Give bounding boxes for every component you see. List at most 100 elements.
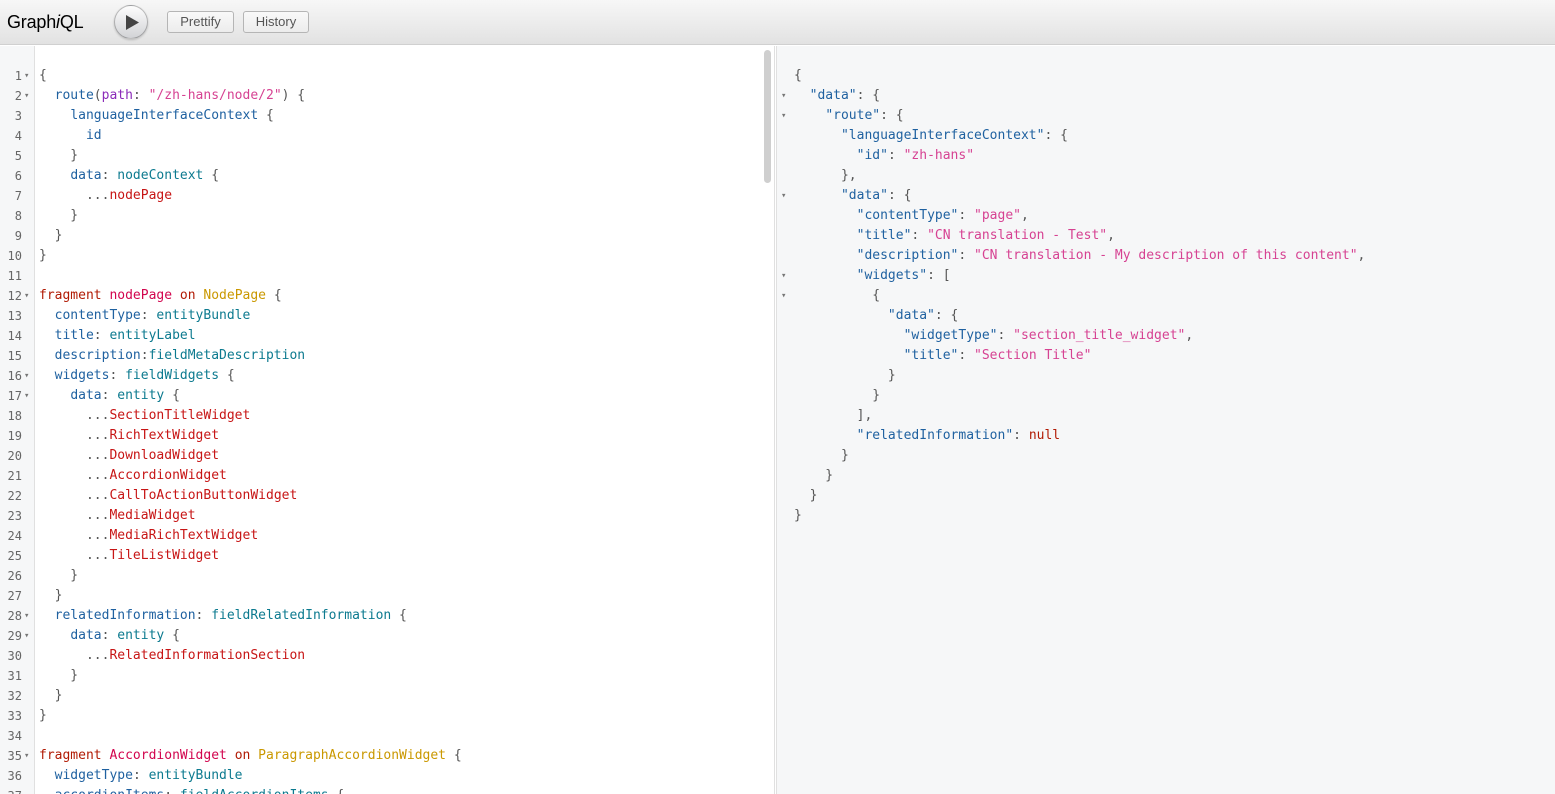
code-token: AccordionWidget xyxy=(109,748,227,763)
fold-arrow-icon[interactable]: ▾ xyxy=(781,286,791,306)
code-token: ... xyxy=(39,428,110,443)
editor-scrollbar-thumb[interactable] xyxy=(764,50,771,183)
code-text: ...DownloadWidget xyxy=(39,446,219,466)
code-token: { xyxy=(329,788,344,794)
code-token: "CN translation - Test" xyxy=(927,228,1108,243)
fold-arrow-icon[interactable]: ▾ xyxy=(24,86,34,106)
code-text: } xyxy=(39,246,47,266)
code-token: } xyxy=(39,688,63,703)
code-token: languageInterfaceContext xyxy=(70,108,259,123)
line-number: 17 xyxy=(7,389,22,403)
code-text: } xyxy=(39,586,63,606)
code-token: entityLabel xyxy=(109,328,196,343)
code-token: ... xyxy=(39,548,110,563)
code-token: "widgets" xyxy=(856,268,928,283)
line-number: 5 xyxy=(14,149,22,163)
code-token: } xyxy=(794,448,849,463)
code-token: { xyxy=(39,68,47,83)
code-token: : { xyxy=(1044,128,1068,143)
code-token: : xyxy=(101,388,118,403)
line-number: 22 xyxy=(7,489,22,503)
code-token: DownloadWidget xyxy=(109,448,220,463)
code-token: , xyxy=(1107,228,1115,243)
line-number: 28 xyxy=(7,609,22,623)
code-text: data: entity { xyxy=(39,386,180,406)
code-text: title: entityLabel xyxy=(39,326,196,346)
fold-arrow-icon[interactable]: ▾ xyxy=(24,366,34,386)
code-token: description xyxy=(54,348,141,363)
editor-scrollbar[interactable] xyxy=(761,46,775,794)
line-number: 16 xyxy=(7,369,22,383)
code-token: entity xyxy=(117,628,165,643)
fold-arrow-icon[interactable]: ▾ xyxy=(24,626,34,646)
line-number: 29 xyxy=(7,629,22,643)
result-viewer: {▾ "data": {▾ "route": { "languageInterf… xyxy=(776,46,1555,794)
code-token: on xyxy=(234,748,251,763)
line-number: 21 xyxy=(7,469,22,483)
code-token: } xyxy=(39,568,79,583)
code-text: widgets: fieldWidgets { xyxy=(39,366,235,386)
code-text: "widgets": [ xyxy=(794,266,951,286)
code-token: } xyxy=(39,668,79,683)
code-token: : xyxy=(958,348,975,363)
fold-arrow-icon[interactable]: ▾ xyxy=(24,606,34,626)
code-text: "data": { xyxy=(794,186,911,206)
code-token: ... xyxy=(39,448,110,463)
query-editor[interactable]: 1 ▾{2 ▾ route(path: "/zh-hans/node/2") {3 … xyxy=(0,46,761,794)
fold-arrow-icon[interactable]: ▾ xyxy=(781,106,791,126)
code-text: "id": "zh-hans" xyxy=(794,146,974,166)
code-token: nodeContext xyxy=(117,168,204,183)
code-token: entityBundle xyxy=(156,308,251,323)
code-token: : xyxy=(887,148,904,163)
code-token: } xyxy=(794,508,802,523)
code-text: } xyxy=(794,506,802,526)
history-button[interactable]: History xyxy=(243,11,309,33)
app-title: GraphiQL xyxy=(7,12,84,33)
code-token: "description" xyxy=(856,248,959,263)
code-text: ...CallToActionButtonWidget xyxy=(39,486,297,506)
code-token: on xyxy=(179,288,196,303)
code-text: route(path: "/zh-hans/node/2") { xyxy=(39,86,305,106)
code-text: { xyxy=(794,66,802,86)
code-token: data xyxy=(70,388,102,403)
code-token: data xyxy=(70,168,102,183)
code-token: fragment xyxy=(39,748,102,763)
fold-arrow-icon[interactable]: ▾ xyxy=(24,66,34,86)
code-token: AccordionWidget xyxy=(109,468,227,483)
line-number: 35 xyxy=(7,749,22,763)
fold-arrow-icon[interactable]: ▾ xyxy=(781,266,791,286)
execute-query-button[interactable] xyxy=(114,5,148,39)
fold-arrow-icon[interactable]: ▾ xyxy=(781,86,791,106)
code-text: "widgetType": "section_title_widget", xyxy=(794,326,1194,346)
fold-arrow-icon[interactable]: ▾ xyxy=(781,186,791,206)
code-text: ...MediaWidget xyxy=(39,506,196,526)
code-token: ... xyxy=(39,408,110,423)
code-token: : xyxy=(140,308,157,323)
code-token: SectionTitleWidget xyxy=(109,408,251,423)
line-number: 6 xyxy=(14,169,22,183)
code-text: ...RelatedInformationSection xyxy=(39,646,305,666)
code-token: widgets xyxy=(54,368,110,383)
code-text: } xyxy=(39,666,78,686)
code-text: } xyxy=(794,386,880,406)
code-text: "relatedInformation": null xyxy=(794,426,1061,446)
code-token: { xyxy=(446,748,462,763)
fold-arrow-icon[interactable]: ▾ xyxy=(24,386,34,406)
code-token: "section_title_widget" xyxy=(1013,328,1186,343)
fold-arrow-icon[interactable]: ▾ xyxy=(24,746,34,766)
code-token: route xyxy=(54,88,94,103)
fold-arrow-icon[interactable]: ▾ xyxy=(24,286,34,306)
prettify-button[interactable]: Prettify xyxy=(167,11,234,33)
code-text: "data": { xyxy=(794,306,958,326)
code-token: : xyxy=(164,788,180,794)
code-text: fragment nodePage on NodePage { xyxy=(39,286,282,306)
line-number: 7 xyxy=(14,189,22,203)
code-text: } xyxy=(39,706,47,726)
